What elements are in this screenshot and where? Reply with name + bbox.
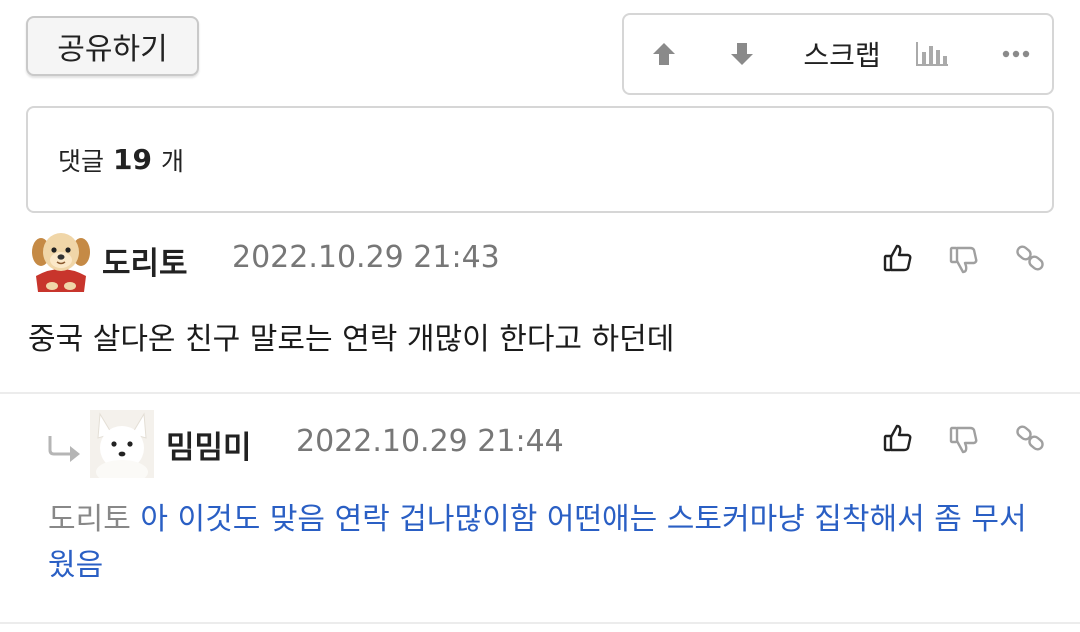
reply-item: 밈밈미 2022.10.29 21:44 도리토 아 이것도 맞음 연락 겁나많… xyxy=(0,394,1080,622)
thumbs-up-icon xyxy=(883,244,912,272)
link-button[interactable] xyxy=(1010,238,1050,278)
reply-body: 아 이것도 맞음 연락 겁나많이함 어떤애는 스토커마냥 집착해서 좀 무서웠음 xyxy=(48,502,1027,583)
reply-text: 도리토 아 이것도 맞음 연락 겁나많이함 어떤애는 스토커마냥 집착해서 좀 … xyxy=(48,497,1048,589)
thumbs-down-icon xyxy=(949,426,978,454)
reply-timestamp: 2022.10.29 21:44 xyxy=(296,424,564,459)
comment-timestamp: 2022.10.29 21:43 xyxy=(232,240,500,275)
dislike-button[interactable] xyxy=(944,420,984,460)
reply-mention[interactable]: 도리토 xyxy=(48,502,131,537)
white-dog-avatar[interactable] xyxy=(90,410,154,484)
post-action-bar: 스크랩 xyxy=(622,13,1054,95)
more-button[interactable] xyxy=(994,15,1038,93)
link-icon xyxy=(1016,425,1044,451)
stats-button[interactable] xyxy=(910,15,954,93)
comment-count-bar: 댓글 19 개 xyxy=(26,106,1054,213)
comment-count-number: 19 xyxy=(113,143,152,176)
arrow-up-icon xyxy=(653,43,675,65)
reply-arrow-icon xyxy=(48,436,80,462)
comment-text: 중국 살다온 친구 말로는 연락 개많이 한다고 하던데 xyxy=(28,322,675,357)
more-dots-icon xyxy=(1002,50,1030,58)
like-button[interactable] xyxy=(878,418,918,458)
reply-author[interactable]: 밈밈미 xyxy=(166,422,252,467)
thumbs-up-icon xyxy=(883,424,912,452)
comment-author[interactable]: 도리토 xyxy=(102,238,188,283)
scrap-button[interactable]: 스크랩 xyxy=(794,15,890,93)
downvote-button[interactable] xyxy=(720,15,764,93)
upvote-button[interactable] xyxy=(642,15,686,93)
thumbs-down-icon xyxy=(949,246,978,274)
link-icon xyxy=(1016,245,1044,271)
comment-item: 도리토 2022.10.29 21:43 중국 살다온 친구 말로는 연락 개많… xyxy=(0,222,1080,392)
arrow-down-icon xyxy=(731,43,753,65)
puppy-avatar[interactable] xyxy=(28,226,94,292)
share-button[interactable]: 공유하기 xyxy=(26,16,199,76)
dislike-button[interactable] xyxy=(944,240,984,280)
link-button[interactable] xyxy=(1010,418,1050,458)
bar-chart-icon xyxy=(916,42,948,66)
comment-divider xyxy=(0,622,1080,624)
like-button[interactable] xyxy=(878,238,918,278)
comment-count-prefix: 댓글 xyxy=(58,146,105,176)
comment-count-suffix: 개 xyxy=(160,146,184,176)
